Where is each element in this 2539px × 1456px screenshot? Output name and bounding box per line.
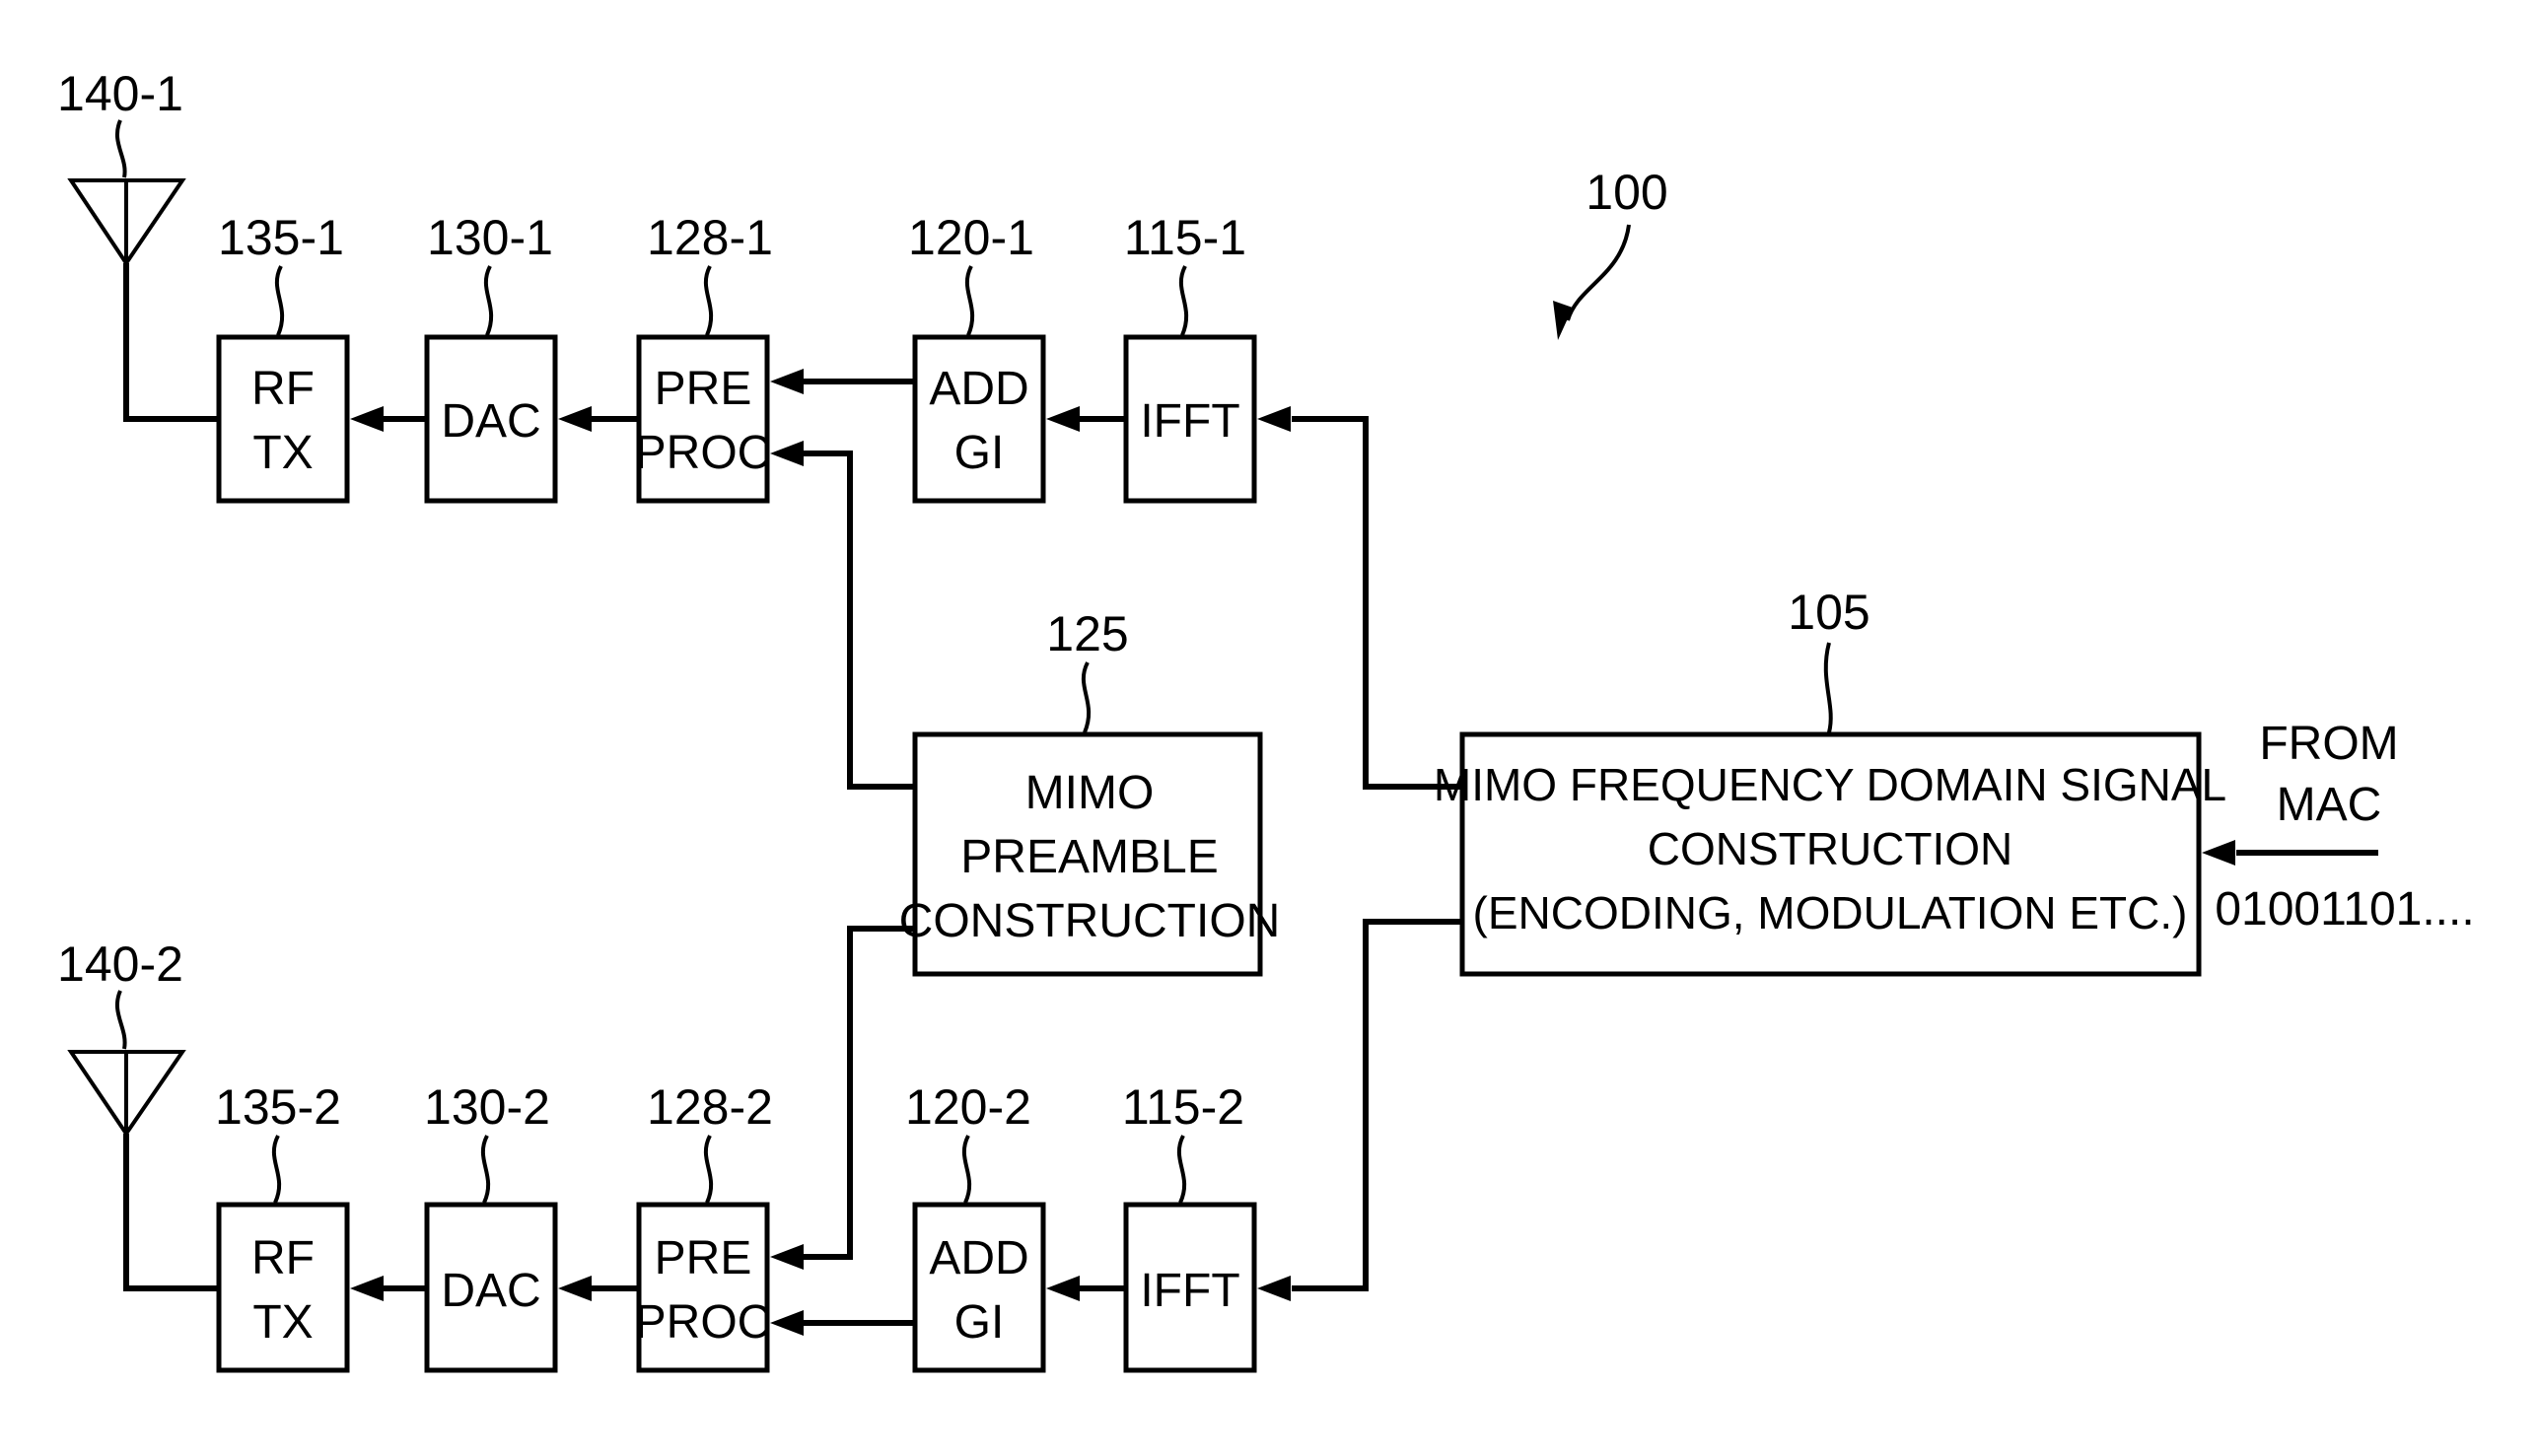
addgi-ref-leader xyxy=(964,265,975,336)
ifft-ref-leader xyxy=(1178,265,1189,336)
rftx-label-line1: RF xyxy=(251,363,315,415)
rftx-ref-label: 135-2 xyxy=(215,1079,341,1135)
addgi-label-line2: GI xyxy=(954,1296,1005,1349)
addgi-to-preproc-arrowhead xyxy=(770,1310,804,1336)
preamble-construction: 125 MIMO PREAMBLE CONSTRUCTION xyxy=(899,606,1281,977)
mimo-frequency-domain-construction: 105 MIMO FREQUENCY DOMAIN SIGNAL CONSTRU… xyxy=(1434,585,2226,977)
dac-ref-leader xyxy=(483,265,494,336)
freqdomain-label-line2: CONSTRUCTION xyxy=(1648,823,2013,874)
from-mac-label-line2: MAC xyxy=(2277,779,2382,831)
addgi-to-preproc-arrowhead xyxy=(770,369,804,394)
preamble-ref-label: 125 xyxy=(1046,606,1128,661)
rftx-label-line1: RF xyxy=(251,1232,315,1284)
dac-label: DAC xyxy=(441,395,540,448)
preamble-to-preproc1-line xyxy=(804,451,915,790)
ifft-label: IFFT xyxy=(1140,1265,1239,1317)
freqdomain-label-line1: MIMO FREQUENCY DOMAIN SIGNAL xyxy=(1434,759,2226,810)
antenna-icon xyxy=(67,1050,186,1138)
preproc-label-line1: PRE xyxy=(655,1232,752,1284)
block-diagram: 100 140-1 135-1 RF TX 130-1 DAC 128-1 PR… xyxy=(57,66,2475,1373)
preamble-label-line2: PREAMBLE xyxy=(960,831,1218,883)
rftx-label-line2: TX xyxy=(252,427,313,479)
ifft-ref-label: 115-1 xyxy=(1124,210,1246,265)
addgi-label-line1: ADD xyxy=(929,1232,1028,1284)
preproc-ref-label: 128-2 xyxy=(647,1079,773,1135)
mac-input-arrowhead xyxy=(2202,840,2235,866)
preamble-label-line3: CONSTRUCTION xyxy=(899,895,1281,947)
ifft-label: IFFT xyxy=(1140,395,1239,448)
freqdomain-label-line3: (ENCODING, MODULATION ETC.) xyxy=(1473,887,2188,938)
freqdomain-to-ifft2-line xyxy=(1292,919,1462,1291)
freqdomain-to-ifft1-line xyxy=(1292,416,1462,790)
addgi-ref-label: 120-2 xyxy=(905,1079,1031,1135)
preproc-label-line2: PROC xyxy=(635,427,772,479)
dac-label: DAC xyxy=(441,1265,540,1317)
ifft-to-addgi-arrowhead xyxy=(1046,406,1080,432)
mac-input: FROM MAC 01001101.... xyxy=(2202,718,2475,936)
preproc-ref-leader xyxy=(703,265,714,336)
freqdomain-to-ifft1-arrowhead xyxy=(1257,406,1291,432)
preamble-label-line1: MIMO xyxy=(1025,767,1155,819)
antenna-ref-label: 140-1 xyxy=(57,66,183,121)
antenna-ref-label: 140-2 xyxy=(57,936,183,992)
ifft-ref-leader xyxy=(1176,1135,1187,1204)
preamble-to-preproc2-line xyxy=(804,926,915,1260)
rftx-label-line2: TX xyxy=(252,1296,313,1349)
preproc-ref-label: 128-1 xyxy=(647,210,773,265)
antenna-ref-leader xyxy=(114,990,127,1050)
freqdomain-ref-label: 105 xyxy=(1788,585,1869,640)
antenna-icon xyxy=(67,178,186,267)
chain-2: 140-2 135-2 RF TX 130-2 DAC 128-2 PRE PR… xyxy=(57,919,1462,1373)
preproc-to-dac-arrowhead xyxy=(558,406,592,432)
addgi-ref-label: 120-1 xyxy=(908,210,1034,265)
antenna-ref-leader xyxy=(114,119,127,178)
rftx-ref-leader xyxy=(274,265,285,336)
addgi-ref-leader xyxy=(961,1135,972,1204)
dac-ref-leader xyxy=(480,1135,491,1204)
rftx-ref-leader xyxy=(271,1135,282,1204)
freqdomain-to-ifft2-arrowhead xyxy=(1257,1276,1291,1301)
addgi-label-line1: ADD xyxy=(929,363,1028,415)
chain-1: 140-1 135-1 RF TX 130-1 DAC 128-1 PRE PR… xyxy=(57,66,1462,790)
ifft-ref-label: 115-2 xyxy=(1122,1079,1244,1135)
preamble-to-preproc2-arrowhead xyxy=(770,1244,804,1270)
freqdomain-ref-leader xyxy=(1823,642,1833,733)
addgi-label-line2: GI xyxy=(954,427,1005,479)
ifft-to-addgi-arrowhead xyxy=(1046,1276,1080,1301)
dac-to-rftx-arrowhead xyxy=(350,1276,384,1301)
preproc-label-line2: PROC xyxy=(635,1296,772,1349)
rftx-ref-label: 135-1 xyxy=(218,210,344,265)
antenna-feed-line xyxy=(123,1134,219,1291)
dac-ref-label: 130-1 xyxy=(427,210,553,265)
preamble-to-preproc1-arrowhead xyxy=(770,441,804,466)
dac-ref-label: 130-2 xyxy=(424,1079,550,1135)
preproc-label-line1: PRE xyxy=(655,363,752,415)
preproc-to-dac-arrowhead xyxy=(558,1276,592,1301)
figure-ref-arrow xyxy=(1566,224,1631,321)
figure-ref-label: 100 xyxy=(1586,165,1667,220)
input-bitstream: 01001101.... xyxy=(2215,883,2474,936)
preamble-ref-leader xyxy=(1081,661,1092,733)
preproc-ref-leader xyxy=(703,1135,714,1204)
dac-to-rftx-arrowhead xyxy=(350,406,384,432)
from-mac-label-line1: FROM xyxy=(2259,718,2398,770)
antenna-feed-line xyxy=(123,263,219,422)
